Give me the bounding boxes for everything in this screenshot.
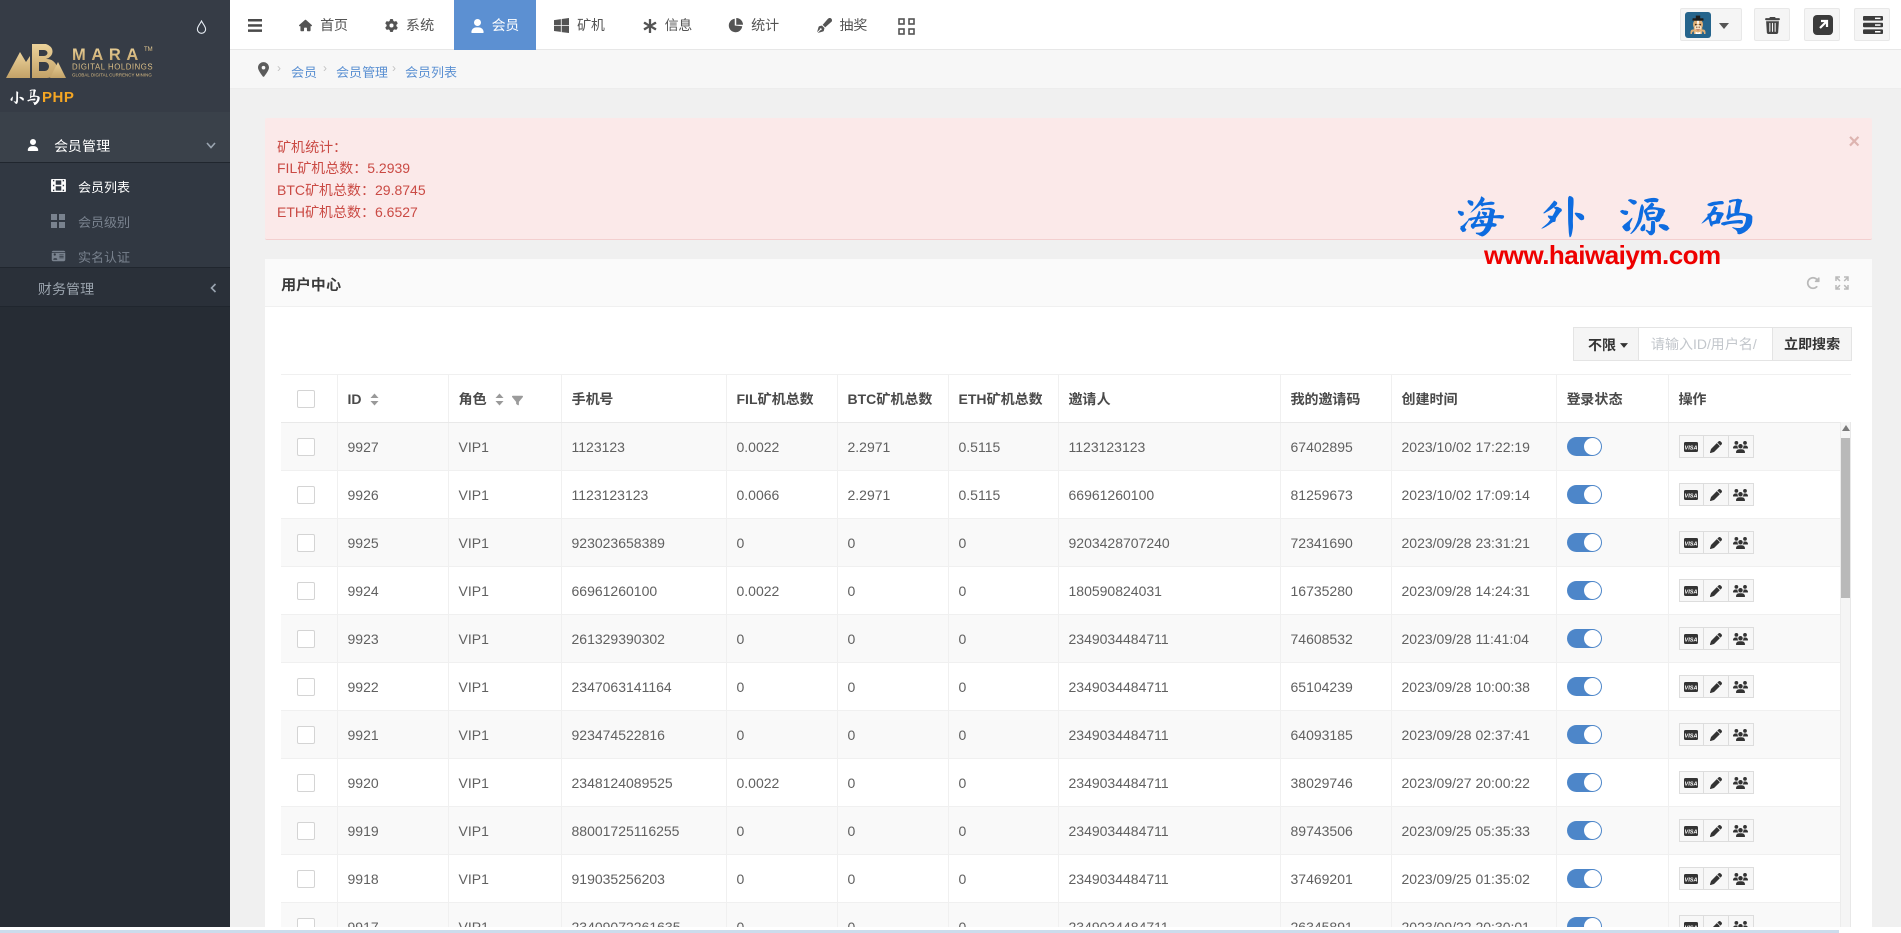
svg-text:VISA: VISA [1684, 541, 1697, 547]
svg-text:DIGITAL HOLDINGS: DIGITAL HOLDINGS [72, 63, 153, 72]
svg-text:VISA: VISA [1684, 781, 1697, 787]
svg-text:VISA: VISA [1684, 685, 1697, 691]
svg-text:VISA: VISA [1684, 829, 1697, 835]
svg-text:VISA: VISA [1684, 877, 1697, 883]
svg-text:MARA: MARA [72, 46, 144, 64]
svg-text:VISA: VISA [1684, 589, 1697, 595]
svg-text:VISA: VISA [1684, 493, 1697, 499]
svg-text:TM: TM [144, 47, 153, 53]
svg-text:VISA: VISA [1684, 733, 1697, 739]
svg-text:VISA: VISA [1684, 445, 1697, 451]
svg-text:VISA: VISA [1684, 637, 1697, 643]
svg-text:GLOBAL DIGITAL CURRENCY MINING: GLOBAL DIGITAL CURRENCY MINING [72, 73, 152, 78]
